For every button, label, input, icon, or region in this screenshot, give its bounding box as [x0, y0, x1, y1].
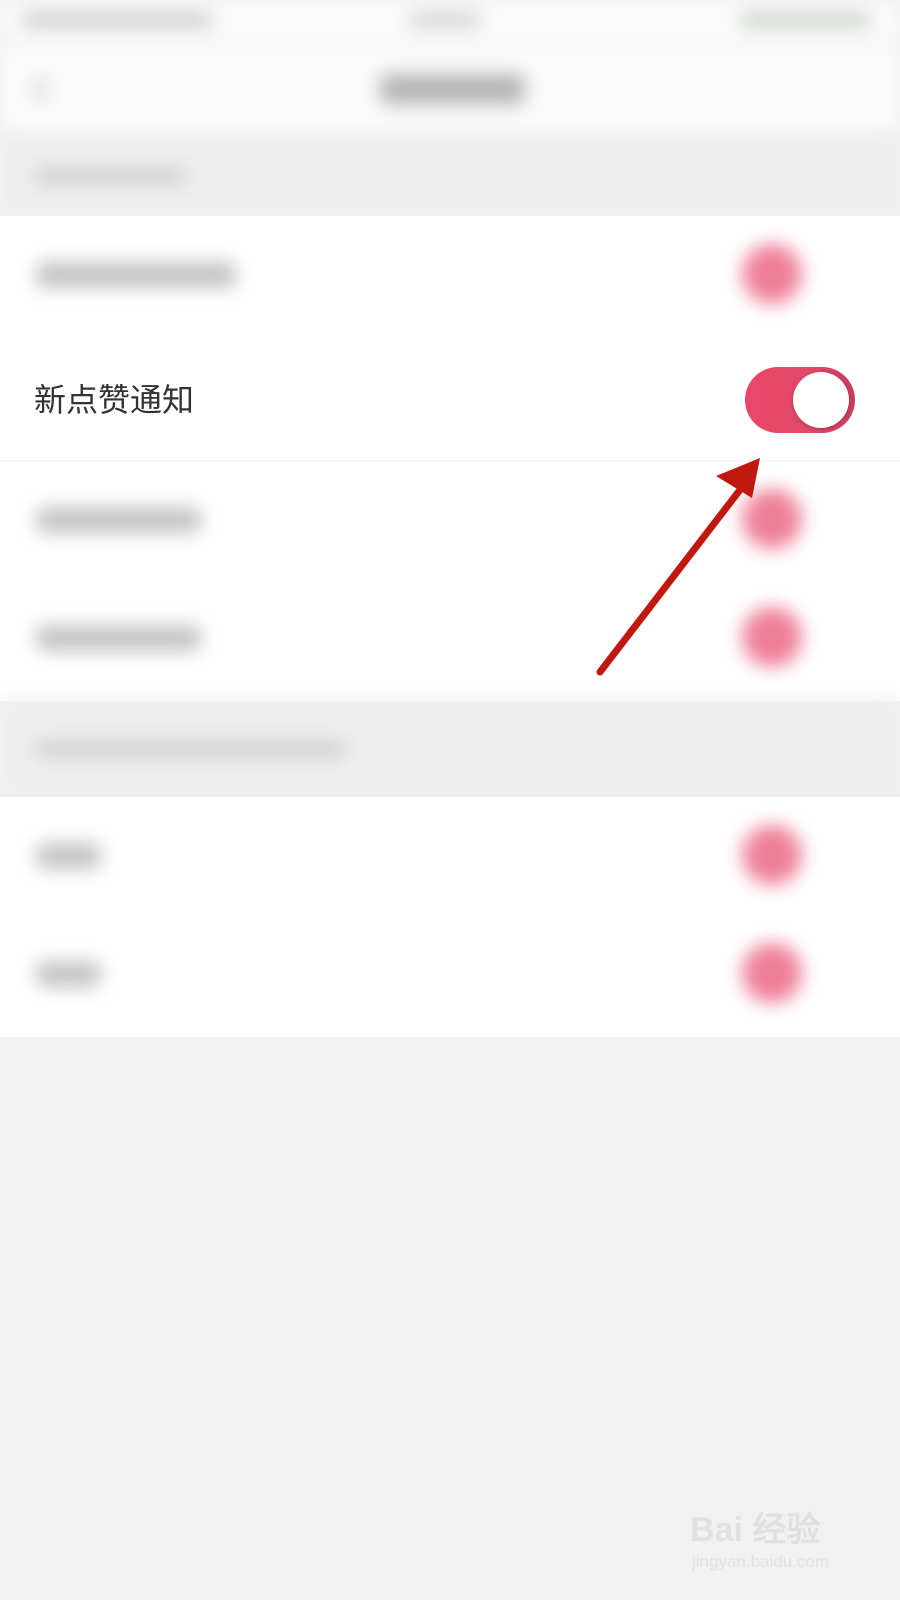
status-bar: [0, 0, 900, 44]
toggle-switch[interactable]: [742, 489, 802, 549]
baidu-jingyan-watermark: Bai 经验 jingyan.baidu.com: [690, 1502, 860, 1582]
setting-label: [36, 625, 201, 651]
toggle-switch[interactable]: [742, 825, 802, 885]
section-header-2: [0, 701, 900, 797]
setting-row[interactable]: [0, 579, 900, 699]
toggle-switch[interactable]: [742, 943, 802, 1003]
back-icon[interactable]: [32, 76, 58, 102]
watermark-url: jingyan.baidu.com: [692, 1552, 830, 1571]
nav-bar: [0, 44, 900, 136]
new-like-notification-toggle[interactable]: [745, 367, 855, 433]
settings-card-2: [0, 797, 900, 1037]
setting-label: [36, 262, 236, 288]
watermark-logo: Bai 经验: [690, 1511, 821, 1549]
toggle-knob: [793, 372, 849, 428]
section-header-label: [36, 741, 346, 757]
setting-row[interactable]: [0, 915, 900, 1035]
setting-row[interactable]: [0, 461, 900, 581]
setting-label: [36, 843, 101, 869]
setting-label: [36, 961, 101, 987]
setting-label: [36, 507, 201, 533]
section-header-1: [0, 136, 900, 216]
setting-row[interactable]: [0, 797, 900, 917]
settings-card-1-bottom: [0, 461, 900, 701]
status-bar-time: [410, 12, 480, 28]
setting-row[interactable]: [0, 216, 900, 336]
status-bar-carrier: [22, 12, 212, 28]
page-title: [380, 74, 525, 104]
status-bar-battery: [740, 12, 870, 28]
toggle-switch[interactable]: [742, 244, 802, 304]
section-header-label: [36, 168, 186, 184]
toggle-switch[interactable]: [742, 607, 802, 667]
setting-label-new-like-notification: 新点赞通知: [34, 381, 195, 419]
settings-card-1-top: [0, 216, 900, 340]
